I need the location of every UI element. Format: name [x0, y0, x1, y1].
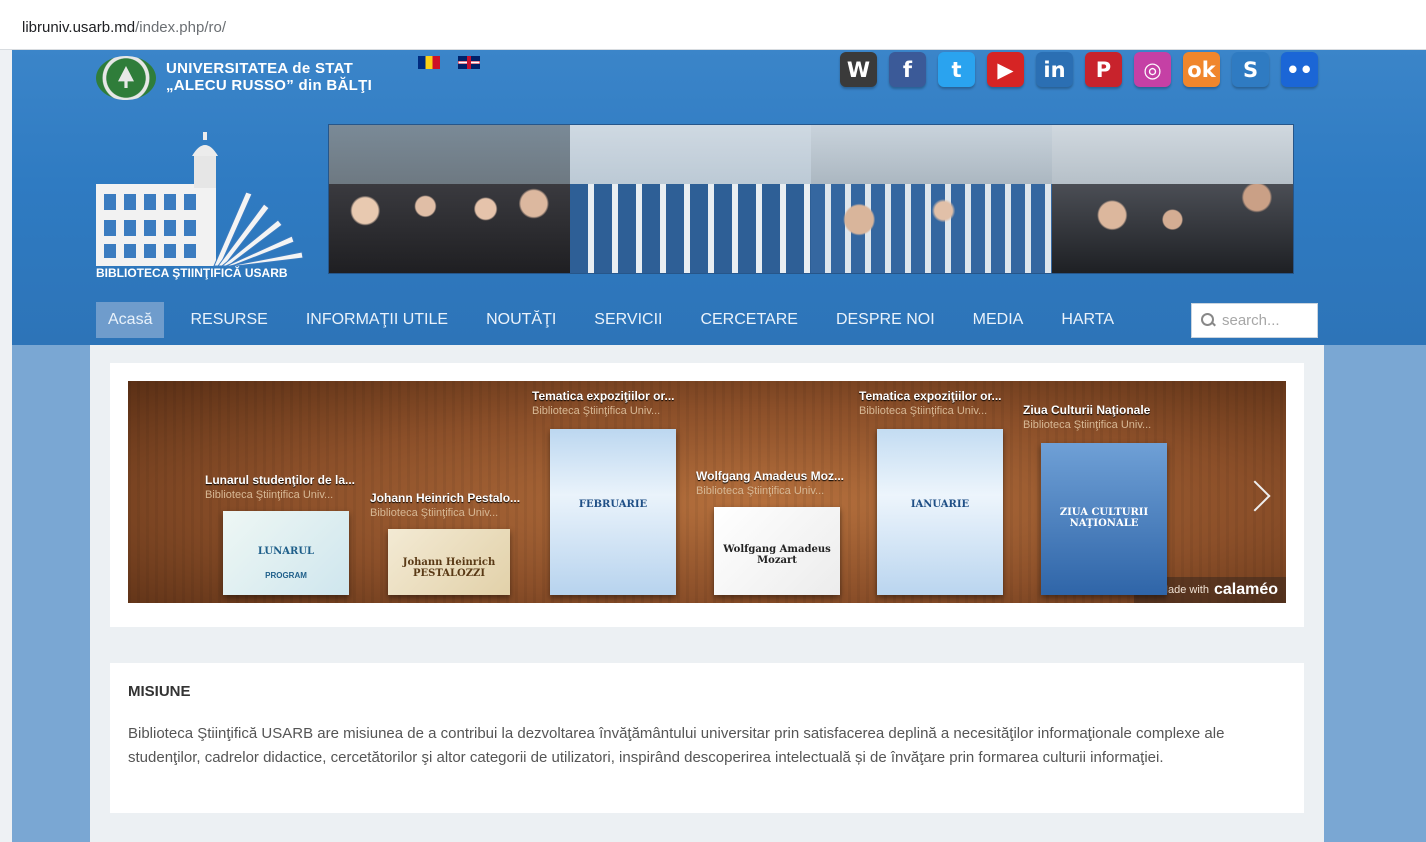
ro-flag-icon[interactable] [418, 56, 440, 69]
nav-item-7[interactable]: MEDIA [961, 302, 1036, 338]
nav-item-5[interactable]: CERCETARE [688, 302, 810, 338]
url-path: /index.php/ro/ [135, 19, 227, 36]
university-logo-icon[interactable] [96, 56, 156, 100]
photo-reading-room [811, 125, 1052, 273]
calameo-bookshelf[interactable]: Made with calaméo Lunarul studenţilor de … [128, 381, 1286, 603]
address-bar[interactable]: libruniv.usarb.md/index.php/ro/ [0, 0, 1426, 50]
next-arrow-icon[interactable] [1242, 477, 1268, 517]
nav-item-3[interactable]: NOUTĂŢI [474, 302, 568, 338]
site: UNIVERSITATEA de STAT „ALECU RUSSO” din … [12, 50, 1426, 842]
search-box[interactable] [1191, 303, 1318, 338]
book-subtitle: Biblioteca Ştiinţifica Univ... [205, 489, 334, 501]
book-subtitle: Biblioteca Ştiinţifica Univ... [1023, 419, 1152, 431]
skype-icon[interactable]: S [1232, 52, 1269, 87]
book-title[interactable]: Ziua Culturii Naţionale [1023, 403, 1150, 417]
pinterest-glyph: P [1095, 57, 1112, 82]
book-cover[interactable]: ZIUA CULTURII NAŢIONALE [1041, 443, 1167, 595]
book-subtitle: Biblioteca Ştiinţifica Univ... [859, 405, 988, 417]
calameo-widget-card: Made with calaméo Lunarul studenţilor de … [110, 363, 1304, 627]
url-text[interactable]: libruniv.usarb.md/index.php/ro/ [22, 19, 226, 36]
book-cover[interactable]: Wolfgang Amadeus Mozart [714, 507, 840, 595]
skype-glyph: S [1242, 57, 1259, 82]
wikipedia-glyph: W [846, 57, 871, 82]
book-cover-text: Johann Heinrich PESTALOZZI [402, 557, 496, 579]
instagram-glyph: ◎ [1143, 57, 1162, 82]
youtube-icon[interactable]: ▶ [987, 52, 1024, 87]
book-cover[interactable]: IANUARIE [877, 429, 1003, 595]
nav-item-8[interactable]: HARTA [1049, 302, 1126, 338]
twitter-icon[interactable]: t [938, 52, 975, 87]
university-name-line2: „ALECU RUSSO” din BĂLŢI [166, 77, 373, 94]
pinterest-icon[interactable]: P [1085, 52, 1122, 87]
nav-item-6[interactable]: DESPRE NOI [824, 302, 947, 338]
main-nav: Acasă RESURSE INFORMAŢII UTILE NOUTĂŢI SERVI… [96, 302, 1140, 338]
book-cover-text: IANUARIE [910, 499, 970, 510]
book-cover-text: Wolfgang Amadeus Mozart [723, 544, 831, 566]
odnoklassniki-glyph: ok [1187, 57, 1216, 82]
nav-item-0[interactable]: Acasă [96, 302, 165, 338]
book-cover-text: LUNARUL [257, 546, 315, 557]
facebook-glyph: f [902, 57, 913, 82]
book-cover-subtext: PROGRAM [265, 571, 307, 580]
instagram-icon[interactable]: ◎ [1134, 52, 1171, 87]
flickr-icon[interactable]: •• [1281, 52, 1318, 87]
uk-flag-icon[interactable] [458, 56, 480, 69]
calameo-brand: calaméo [1213, 581, 1278, 598]
search-icon [1201, 313, 1216, 328]
book-cover-text: ZIUA CULTURII NAŢIONALE [1059, 507, 1149, 529]
wikipedia-icon[interactable]: W [840, 52, 877, 87]
url-host: libruniv.usarb.md [22, 19, 136, 36]
nav-item-1[interactable]: RESURSE [178, 302, 279, 338]
book-subtitle: Biblioteca Ştiinţifica Univ... [370, 507, 499, 519]
facebook-icon[interactable]: f [889, 52, 926, 87]
book-cover[interactable]: FEBRUARIE [550, 429, 676, 595]
photo-lecture [1052, 125, 1293, 273]
main-content: Made with calaméo Lunarul studenţilor de … [90, 345, 1324, 842]
mission-text: Biblioteca Ştiinţifică USARB are misiune… [128, 725, 1225, 766]
twitter-glyph: t [951, 57, 962, 82]
odnoklassniki-icon[interactable]: ok [1183, 52, 1220, 87]
photo-exhibition [570, 125, 811, 273]
youtube-glyph: ▶ [997, 57, 1014, 82]
book-cover-text: FEBRUARIE [578, 499, 648, 510]
book-title[interactable]: Tematica expoziţiilor or... [532, 389, 674, 403]
library-building-logo-icon[interactable] [96, 132, 312, 282]
flickr-glyph: •• [1286, 57, 1313, 82]
header-photo-banner [328, 124, 1294, 274]
linkedin-glyph: in [1043, 57, 1066, 82]
social-links: Wf t ▶ in P ◎ ok S •• [840, 52, 1318, 87]
book-cover[interactable]: LUNARUL PROGRAM [223, 511, 349, 595]
mission-card: MISIUNE Biblioteca Ştiinţifică USARB are… [110, 663, 1304, 813]
book-title[interactable]: Lunarul studenţilor de la... [205, 473, 355, 487]
book-subtitle: Biblioteca Ştiinţifica Univ... [532, 405, 661, 417]
book-title[interactable]: Tematica expoziţiilor or... [859, 389, 1001, 403]
search-input[interactable] [1222, 312, 1312, 329]
site-header: UNIVERSITATEA de STAT „ALECU RUSSO” din … [12, 50, 1426, 345]
book-title[interactable]: Johann Heinrich Pestalo... [370, 491, 520, 505]
book-subtitle: Biblioteca Ştiinţifica Univ... [696, 485, 825, 497]
mission-heading: MISIUNE [128, 683, 191, 700]
university-name-line1: UNIVERSITATEA de STAT [166, 60, 354, 77]
nav-item-4[interactable]: SERVICII [582, 302, 674, 338]
linkedin-icon[interactable]: in [1036, 52, 1073, 87]
book-title[interactable]: Wolfgang Amadeus Moz... [696, 469, 844, 483]
nav-item-2[interactable]: INFORMAŢII UTILE [294, 302, 460, 338]
photo-students [329, 125, 570, 273]
library-label: BIBLIOTECA ŞTIINŢIFICĂ USARB [96, 266, 288, 280]
book-cover[interactable]: Johann Heinrich PESTALOZZI [388, 529, 510, 595]
university-name[interactable]: UNIVERSITATEA de STAT „ALECU RUSSO” din … [166, 60, 372, 94]
